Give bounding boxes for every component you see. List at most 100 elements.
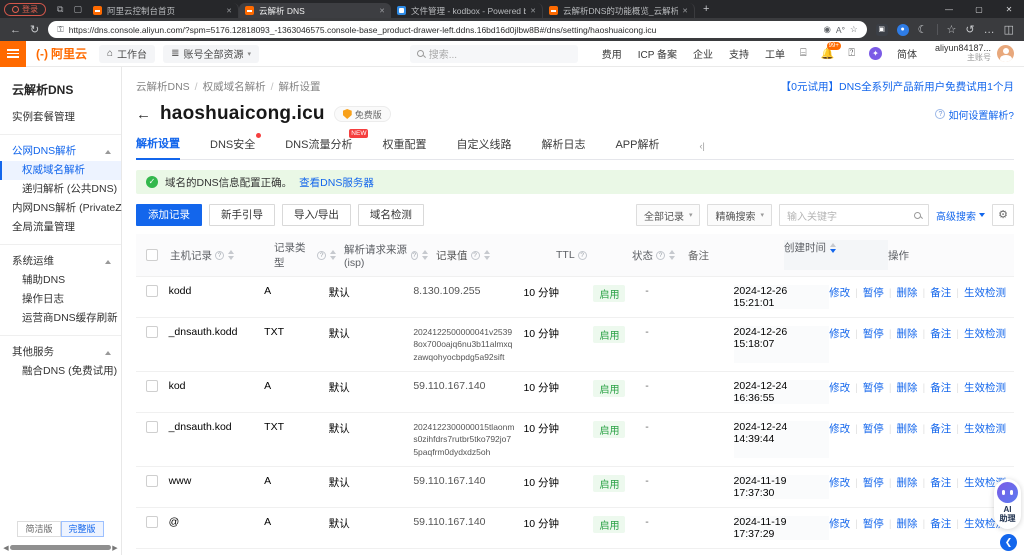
tab-close-icon[interactable]: ✕ (226, 7, 232, 15)
close-button[interactable]: ✕ (994, 5, 1024, 14)
tab-close-icon[interactable]: ✕ (682, 7, 688, 15)
record-type-filter[interactable]: 全部记录 ▾ (636, 204, 701, 226)
sidebar-item[interactable]: 递归解析 (公共DNS) (0, 180, 121, 199)
sidebar-item[interactable]: 内网DNS解析 (PrivateZone)NEW (0, 199, 121, 218)
新手引导-button[interactable]: 新手引导 (209, 204, 275, 226)
生效检测-link[interactable]: 生效检测 (964, 287, 1006, 299)
row-checkbox[interactable] (146, 475, 158, 487)
sidebar-item[interactable]: 融合DNS (免费试用) (0, 362, 121, 381)
sort-icon[interactable] (330, 250, 336, 260)
view-dns-servers-link[interactable]: 查看DNS服务器 (299, 175, 374, 190)
browser-tab[interactable]: 云解析DNS的功能概览_云解析DN✕ (543, 3, 695, 18)
browser-tab[interactable]: 云解析 DNS✕ (239, 3, 391, 18)
info-icon[interactable]: ? (656, 251, 665, 260)
more-options-icon[interactable]: … (984, 24, 995, 36)
sidebar-group-系统运维[interactable]: 系统运维 (0, 252, 121, 271)
extension-icon[interactable]: ▣ (876, 24, 888, 36)
workspaces-icon[interactable]: ⧉ (57, 4, 63, 15)
refresh-icon[interactable]: ↻ (30, 23, 39, 36)
sidebar-item[interactable]: 运营商DNS缓存刷新 (0, 309, 121, 328)
tab-权重配置[interactable]: 权重配置 (382, 136, 426, 159)
tab-close-icon[interactable]: ✕ (379, 7, 385, 15)
resources-dropdown[interactable]: ≣ 账号全部资源 ▾ (163, 45, 259, 63)
sort-icon[interactable] (422, 250, 428, 260)
暂停-link[interactable]: 暂停 (863, 423, 884, 435)
vertical-tabs-icon[interactable]: ▢ (73, 4, 82, 15)
row-checkbox[interactable] (146, 421, 158, 433)
maximize-button[interactable]: ▢ (964, 5, 994, 14)
sort-icon[interactable] (228, 250, 234, 260)
read-aloud-icon[interactable]: A° (836, 25, 845, 35)
sidebar-hscrollbar[interactable]: ◀ ▶ (2, 544, 119, 551)
row-checkbox[interactable] (146, 516, 158, 528)
gear-icon[interactable]: ⚙ (992, 204, 1014, 226)
删除-link[interactable]: 删除 (897, 423, 918, 435)
sidebar-item[interactable]: 权威域名解析 (0, 161, 121, 180)
favorite-star-icon[interactable]: ☆ (850, 24, 858, 35)
collapse-panel-fab[interactable]: ❮ (1000, 534, 1017, 551)
修改-link[interactable]: 修改 (829, 328, 850, 340)
new-tab-button[interactable]: + (703, 3, 709, 15)
browser-tab[interactable]: 文件管理 - kodbox - Powered by✕ (391, 3, 543, 18)
删除-link[interactable]: 删除 (897, 287, 918, 299)
导入/导出-button[interactable]: 导入/导出 (282, 204, 351, 226)
help-link[interactable]: ? 如何设置解析? (935, 107, 1014, 122)
sort-icon[interactable] (484, 250, 490, 260)
生效检测-link[interactable]: 生效检测 (964, 328, 1006, 340)
tab-解析设置[interactable]: 解析设置 (136, 135, 180, 160)
back-arrow-icon[interactable]: ← (136, 107, 151, 122)
nav-link[interactable]: 企业 (693, 46, 713, 61)
browser-essentials-icon[interactable]: ☾ (918, 23, 928, 36)
tab-close-icon[interactable]: ✕ (530, 7, 536, 15)
sidebar-item[interactable]: 全局流量管理 (0, 218, 121, 237)
sidebar-group-公网DNS解析[interactable]: 公网DNS解析 (0, 142, 121, 161)
修改-link[interactable]: 修改 (829, 287, 850, 299)
删除-link[interactable]: 删除 (897, 518, 918, 530)
tab-自定义线路[interactable]: 自定义线路 (456, 136, 511, 159)
feedback-icon[interactable]: ✦ (869, 47, 882, 60)
minimize-button[interactable]: — (934, 5, 964, 14)
scroll-thumb[interactable] (10, 545, 111, 550)
备注-link[interactable]: 备注 (930, 423, 951, 435)
sidebar-group-其他服务[interactable]: 其他服务 (0, 343, 121, 362)
row-checkbox[interactable] (146, 326, 158, 338)
nav-link[interactable]: 费用 (602, 46, 622, 61)
sidebar-item[interactable]: 辅助DNS (0, 271, 121, 290)
修改-link[interactable]: 修改 (829, 477, 850, 489)
tab-解析日志[interactable]: 解析日志 (541, 136, 585, 159)
tabs-collapse-icon[interactable]: ‹| (699, 141, 704, 159)
question-icon[interactable]: ⍰ (848, 47, 855, 60)
生效检测-link[interactable]: 生效检测 (964, 382, 1006, 394)
row-checkbox[interactable] (146, 380, 158, 392)
bell-icon[interactable]: 🔔99+ (821, 47, 835, 60)
url-text[interactable]: https://dns.console.aliyun.com/?spm=5176… (69, 25, 819, 35)
language-switch[interactable]: 简体 (897, 46, 917, 61)
address-bar[interactable]: ⚿ https://dns.console.aliyun.com/?spm=51… (48, 21, 866, 38)
nav-link[interactable]: 工单 (765, 46, 785, 61)
备注-link[interactable]: 备注 (930, 382, 951, 394)
删除-link[interactable]: 删除 (897, 477, 918, 489)
删除-link[interactable]: 删除 (897, 328, 918, 340)
nav-link[interactable]: 支持 (729, 46, 749, 61)
sidebar-item[interactable]: 实例套餐管理 (0, 108, 121, 127)
备注-link[interactable]: 备注 (930, 287, 951, 299)
tab-DNS流量分析[interactable]: DNS流量分析NEW (285, 136, 352, 159)
info-icon[interactable]: ? (215, 251, 224, 260)
browser-profile-button[interactable]: 登录 (4, 3, 46, 16)
favorites-bar-icon[interactable]: ☆ (947, 23, 957, 36)
avatar[interactable] (997, 45, 1014, 62)
暂停-link[interactable]: 暂停 (863, 287, 884, 299)
scroll-right-icon[interactable]: ▶ (111, 544, 119, 552)
console-icon[interactable]: ⌸ (800, 47, 807, 60)
备注-link[interactable]: 备注 (930, 518, 951, 530)
info-icon[interactable]: ? (578, 251, 587, 260)
breadcrumb-item[interactable]: 云解析DNS (136, 79, 190, 94)
back-icon[interactable]: ← (10, 24, 21, 36)
split-window-icon[interactable]: ◫ (1004, 23, 1014, 36)
暂停-link[interactable]: 暂停 (863, 477, 884, 489)
删除-link[interactable]: 删除 (897, 382, 918, 394)
域名检测-button[interactable]: 域名检测 (358, 204, 424, 226)
trial-promo-link[interactable]: 【0元试用】DNS全系列产品新用户免费试用1个月 (781, 79, 1014, 94)
select-all-checkbox[interactable] (146, 249, 158, 261)
account-info[interactable]: aliyun84187... 主账号 (935, 44, 991, 63)
